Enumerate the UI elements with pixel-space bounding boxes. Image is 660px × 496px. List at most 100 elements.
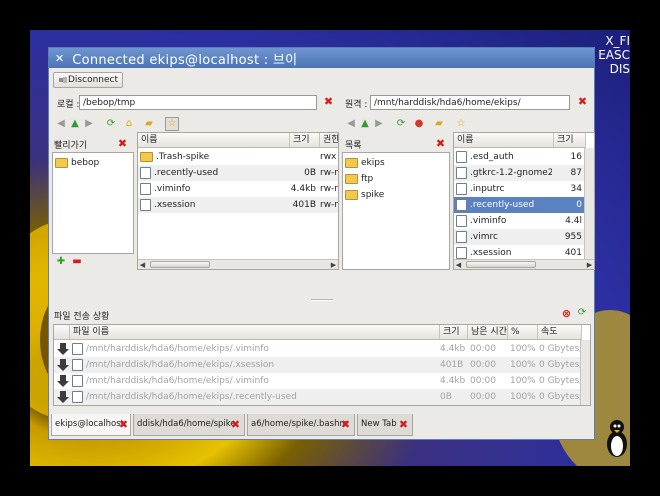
remote-forward-icon[interactable]: ▶ — [373, 118, 385, 130]
remote-file-row[interactable]: .gtkrc-1.2-gnome2 87 — [454, 165, 584, 181]
tab-close-icon[interactable]: ✖ — [118, 419, 129, 430]
column-header-name[interactable]: 이름 — [454, 133, 554, 148]
add-bookmark-icon[interactable]: ✚ — [55, 256, 67, 268]
directory-item[interactable]: ekips — [345, 155, 385, 171]
scroll-left-icon[interactable]: ◀ — [454, 260, 463, 269]
up-icon[interactable]: ▲ — [69, 118, 81, 130]
remote-file-row[interactable]: .recently-used 0 — [454, 197, 584, 213]
scroll-left-icon[interactable]: ◀ — [138, 260, 147, 269]
tab-spike-home[interactable]: ddisk/hda6/home/spike ✖ — [133, 414, 245, 436]
local-path-clear-icon[interactable]: ✖ — [323, 96, 334, 107]
scroll-right-icon[interactable]: ▶ — [329, 260, 338, 269]
remote-path-clear-icon[interactable]: ✖ — [577, 96, 588, 107]
disconnect-label: Disconnect — [68, 75, 118, 85]
local-file-row[interactable]: .Trash-spike rwx — [138, 149, 338, 165]
file-permission: rwx — [320, 152, 337, 162]
desktop-text-line: EASC — [598, 48, 630, 62]
column-header-size[interactable]: 크기 — [440, 325, 468, 340]
scrollbar-thumb[interactable] — [466, 261, 536, 268]
transfer-row[interactable]: /mnt/harddisk/hda6/home/ekips/.recently-… — [54, 389, 582, 405]
vertical-scrollbar[interactable] — [580, 340, 590, 405]
tab-close-icon[interactable]: ✖ — [340, 419, 351, 430]
bookmark-item[interactable]: bebop — [55, 155, 99, 171]
remote-list-remove-icon[interactable]: ✖ — [435, 138, 446, 149]
desktop-text-line: DIS — [609, 62, 630, 76]
directory-label: ekips — [361, 158, 385, 168]
local-file-row[interactable]: .viminfo 4.4kb rw-r — [138, 181, 338, 197]
transfer-row[interactable]: /mnt/harddisk/hda6/home/ekips/.viminfo 4.… — [54, 341, 582, 357]
penguin-icon[interactable] — [606, 418, 628, 458]
file-permission: rw-r — [320, 184, 339, 194]
cancel-transfer-icon[interactable]: ⊗ — [561, 308, 572, 319]
column-header-filename[interactable]: 파일 이름 — [70, 325, 440, 340]
transfer-speed: 0 Gbytes/s — [539, 392, 582, 402]
column-header-percent[interactable]: % — [508, 325, 538, 340]
remote-file-row[interactable]: .inputrc 34 — [454, 181, 584, 197]
remote-file-row[interactable]: .esd_auth 16 — [454, 149, 584, 165]
refresh-transfer-icon[interactable]: ⟳ — [576, 307, 588, 319]
local-file-row[interactable]: .xsession 401B rw-r — [138, 197, 338, 213]
transfer-percent: 100% — [510, 376, 536, 386]
remote-path-input[interactable]: /mnt/harddisk/hda6/home/ekips/ — [370, 95, 570, 110]
remote-bookmark-star-icon[interactable]: ☆ — [455, 118, 467, 130]
transfer-file-name: /mnt/harddisk/hda6/home/ekips/.viminfo — [86, 344, 269, 354]
remote-back-icon[interactable]: ◀ — [345, 118, 357, 130]
transfer-percent: 100% — [510, 392, 536, 402]
new-folder-icon[interactable]: ▰ — [143, 118, 155, 130]
remote-refresh-icon[interactable]: ⟳ — [395, 118, 407, 130]
transfer-row[interactable]: /mnt/harddisk/hda6/home/ekips/.xsession 4… — [54, 357, 582, 373]
tab-bashrc[interactable]: a6/home/spike/.bashrc ✖ — [247, 414, 355, 436]
remote-new-folder-icon[interactable]: ▰ — [433, 118, 445, 130]
remove-bookmark-icon[interactable]: ▬ — [71, 256, 83, 268]
scrollbar-thumb[interactable] — [150, 261, 210, 268]
horizontal-scrollbar[interactable]: ◀ ▶ — [138, 259, 338, 269]
column-header-remaining[interactable]: 남은 시간 — [468, 325, 508, 340]
home-icon[interactable]: ⌂ — [123, 118, 135, 130]
vertical-scrollbar[interactable] — [584, 148, 594, 259]
column-header-name[interactable]: 이름 — [138, 133, 290, 148]
refresh-icon[interactable]: ⟳ — [105, 118, 117, 130]
remote-directory-list: ekips ftp spike — [342, 152, 450, 270]
tab-new[interactable]: New Tab ✖ — [357, 414, 413, 436]
remote-path-label: 원격 : — [345, 100, 368, 110]
remote-file-row[interactable]: .vimrc 955 — [454, 229, 584, 245]
column-header-size[interactable]: 크기 — [290, 133, 320, 148]
forward-icon[interactable]: ▶ — [83, 118, 95, 130]
remote-file-row[interactable]: .viminfo 4.4l — [454, 213, 584, 229]
file-icon — [140, 182, 151, 195]
transfer-file-name: /mnt/harddisk/hda6/home/ekips/.recently-… — [86, 392, 297, 402]
bookmark-star-icon[interactable]: ☆ — [165, 117, 179, 131]
file-icon — [456, 150, 467, 163]
local-path-input[interactable]: /bebop/tmp — [79, 95, 317, 110]
local-file-row[interactable]: .recently-used 0B rw-r — [138, 165, 338, 181]
tab-close-icon[interactable]: ✖ — [230, 419, 241, 430]
file-name: .xsession — [154, 200, 196, 210]
scroll-right-icon[interactable]: ▶ — [585, 260, 594, 269]
back-icon[interactable]: ◀ — [55, 118, 67, 130]
window-close-icon[interactable]: ✕ — [55, 52, 64, 65]
bookmark-remove-icon[interactable]: ✖ — [117, 138, 128, 149]
transfer-size: 0B — [440, 392, 452, 402]
disconnect-button[interactable]: Disconnect — [53, 72, 123, 88]
remote-stop-icon[interactable]: ● — [413, 118, 425, 130]
directory-item[interactable]: ftp — [345, 171, 373, 187]
pane-splitter[interactable] — [311, 299, 333, 301]
tab-ekips-localhost[interactable]: ekips@localhost ✖ — [51, 414, 131, 436]
download-arrow-icon — [57, 358, 69, 371]
title-bar[interactable]: ✕ Connected ekips@localhost : 브이 — [49, 48, 594, 68]
transfer-status-title: 파일 전송 상황 — [54, 312, 110, 322]
file-icon — [456, 230, 467, 243]
column-header-speed[interactable]: 속도 — [538, 325, 582, 340]
remote-up-icon[interactable]: ▲ — [359, 118, 371, 130]
tab-label: New Tab — [361, 419, 397, 429]
column-header-permission[interactable]: 권한 — [320, 133, 338, 148]
transfer-size: 4.4kb — [440, 344, 466, 354]
transfer-list: 파일 이름 크기 남은 시간 % 속도 /mnt/harddisk/hda6/h… — [53, 324, 591, 406]
directory-item[interactable]: spike — [345, 187, 384, 203]
tab-close-icon[interactable]: ✖ — [398, 419, 409, 430]
column-header-size[interactable]: 크기 — [554, 133, 586, 148]
download-arrow-icon — [57, 342, 69, 355]
transfer-row[interactable]: /mnt/harddisk/hda6/home/ekips/.viminfo 4.… — [54, 373, 582, 389]
horizontal-scrollbar[interactable]: ◀ ▶ — [454, 259, 594, 269]
local-file-list: 이름 크기 권한 .Trash-spike rwx .recently-used 0B… — [137, 132, 339, 270]
